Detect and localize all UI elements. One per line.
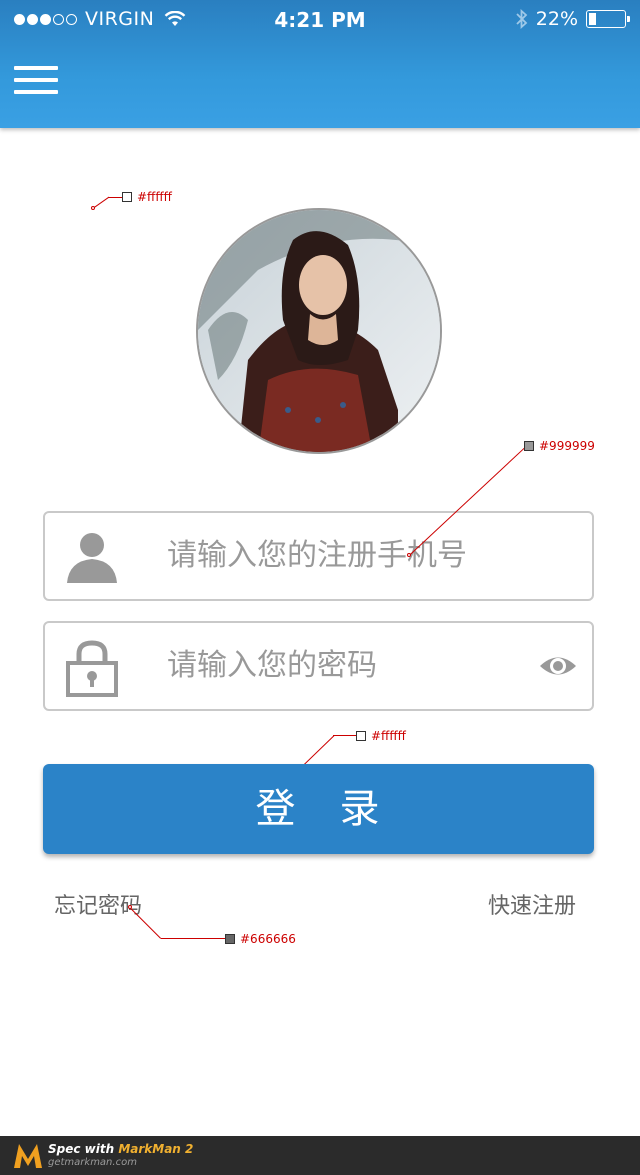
eye-icon[interactable]: [538, 649, 578, 683]
phone-input-placeholder: 请输入您的注册手机号: [167, 538, 467, 573]
spec-link-color: #666666: [225, 932, 296, 946]
avatar-photo: [198, 210, 440, 452]
spec-swatch: [356, 731, 366, 741]
spec-swatch: [122, 192, 132, 202]
markman-footer: Spec with MarkMan 2 getmarkman.com: [0, 1136, 640, 1175]
spec-leader-line: [129, 907, 162, 939]
battery-percent: 22%: [535, 8, 578, 30]
spec-leader-line: [333, 735, 357, 736]
user-avatar[interactable]: [196, 208, 442, 454]
spec-leader-line: [161, 938, 225, 939]
footer-brand: MarkMan 2: [118, 1141, 194, 1156]
footer-url: getmarkman.com: [48, 1156, 137, 1168]
footer-spec-prefix: Spec with: [48, 1141, 115, 1156]
spec-swatch: [225, 934, 235, 944]
spec-leader-line: [108, 197, 122, 198]
forgot-password-link[interactable]: 忘记密码: [54, 888, 142, 920]
spec-placeholder-color: #999999: [524, 439, 595, 453]
password-input-placeholder: 请输入您的密码: [167, 648, 377, 683]
spec-marker-dot: [128, 905, 132, 909]
status-right: 22%: [516, 8, 630, 30]
hamburger-menu-icon[interactable]: [14, 66, 58, 98]
app-header: VIRGIN 4:21 PM 22%: [0, 0, 640, 128]
login-button[interactable]: 登 录: [43, 764, 594, 854]
spec-avatar-bg: #ffffff: [122, 190, 172, 204]
status-bar: VIRGIN 4:21 PM 22%: [0, 0, 640, 40]
footer-text: Spec with MarkMan 2 getmarkman.com: [48, 1141, 194, 1169]
spec-swatch: [524, 441, 534, 451]
password-field[interactable]: 请输入您的密码: [43, 621, 594, 711]
user-icon: [67, 533, 117, 583]
phone-field[interactable]: 请输入您的注册手机号: [43, 511, 594, 601]
markman-logo-icon: [14, 1143, 42, 1168]
battery-icon: [586, 10, 630, 28]
battery-fill: [589, 13, 597, 25]
lock-icon: [66, 640, 118, 697]
spec-marker-dot: [407, 553, 411, 557]
spec-button-text-color: #ffffff: [356, 729, 406, 743]
spec-leader-line: [94, 196, 110, 208]
quick-register-link[interactable]: 快速注册: [488, 888, 576, 920]
bluetooth-icon: [516, 9, 528, 29]
